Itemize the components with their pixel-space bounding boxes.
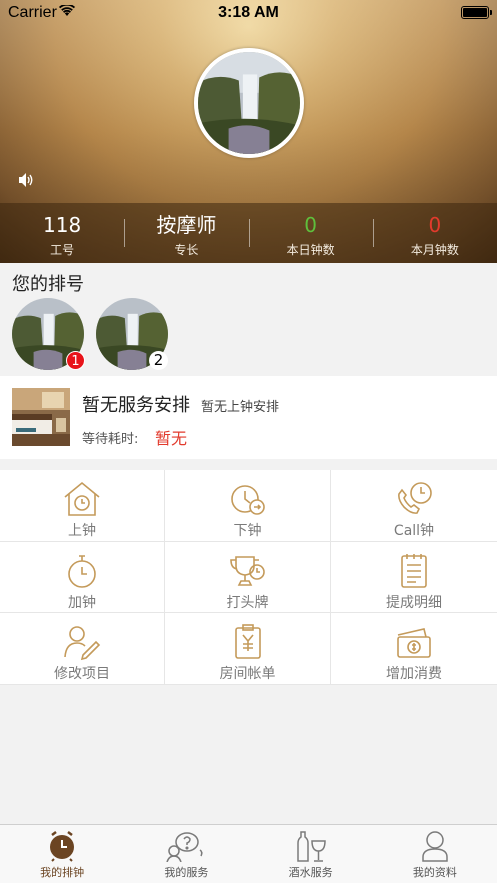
grid-item-clock-out[interactable]: 下钟 <box>165 470 331 542</box>
stat-value: 118 <box>43 213 82 237</box>
service-chat-icon <box>166 832 203 862</box>
tab-my-services[interactable]: 我的服务 <box>124 825 248 883</box>
stats-bar: 118 工号 按摩师 专长 0 本日钟数 0 本月钟数 <box>0 203 497 263</box>
grid-item-label: 增加消费 <box>386 666 442 682</box>
grid-item-extend[interactable]: 加钟 <box>0 542 165 613</box>
alarm-clock-icon <box>50 831 75 862</box>
edit-project-icon <box>64 626 101 661</box>
grid-item-label: 下钟 <box>233 523 262 539</box>
trophy-icon <box>229 556 265 586</box>
grid-item-room-bill[interactable]: 房间帐单 <box>165 613 331 685</box>
stat-label: 本月钟数 <box>410 243 459 257</box>
queue-title: 您的排号 <box>12 274 84 295</box>
status-time: 3:18 AM <box>218 4 279 21</box>
grid-item-label: 上钟 <box>68 523 96 539</box>
grid-item-call[interactable]: Call钟 <box>331 470 497 542</box>
stat-value: 0 <box>428 213 442 237</box>
grid-item-modify-project[interactable]: 修改项目 <box>0 613 165 685</box>
service-subtitle: 暂无上钟安排 <box>201 400 280 415</box>
grid-item-top-card[interactable]: 打头牌 <box>165 542 331 613</box>
stat-today-count: 0 本日钟数 <box>248 203 373 263</box>
wait-time-label: 等待耗时: <box>82 432 139 447</box>
tab-label: 我的资料 <box>412 866 457 879</box>
service-title: 暂无服务安排 <box>82 395 190 416</box>
tab-drinks-service[interactable]: 酒水服务 <box>249 825 373 883</box>
stat-value: 0 <box>304 213 317 237</box>
commission-detail-icon <box>401 554 427 588</box>
grid-item-label: 加钟 <box>68 595 96 611</box>
drinks-icon <box>296 831 326 862</box>
tab-my-schedule[interactable]: 我的排钟 <box>0 825 124 883</box>
room-bill-icon <box>234 624 261 659</box>
grid-item-label: Call钟 <box>393 523 435 539</box>
stat-employee-id: 118 工号 <box>0 203 124 263</box>
tab-label: 酒水服务 <box>288 866 333 879</box>
tab-my-profile[interactable]: 我的资料 <box>373 825 497 883</box>
waterfall-image <box>198 52 300 154</box>
clock-in-house-icon <box>64 481 100 516</box>
queue-badge-1: 1 <box>66 351 85 370</box>
battery-icon <box>461 6 492 19</box>
phone-clock-icon <box>398 482 432 514</box>
function-grid: 上钟 下钟 Call钟 加钟 打头牌 提成明细 修改项目 房间帐单 增加消费 <box>0 470 497 685</box>
add-consumption-icon <box>397 628 431 658</box>
stat-label: 专长 <box>174 243 199 257</box>
grid-item-add-consumption[interactable]: 增加消费 <box>331 613 497 685</box>
grid-item-label: 打头牌 <box>226 595 269 611</box>
stat-label: 工号 <box>50 243 75 257</box>
queue-section: 您的排号 1 2 <box>0 263 497 376</box>
wait-time-value: 暂无 <box>155 429 188 448</box>
room-image <box>12 388 70 446</box>
grid-item-label: 修改项目 <box>54 666 110 682</box>
stat-label: 本日钟数 <box>286 243 335 257</box>
stopwatch-icon <box>68 555 96 588</box>
profile-icon <box>422 831 448 862</box>
queue-badge-2: 2 <box>149 351 168 370</box>
status-bar: Carrier 3:18 AM <box>0 0 497 26</box>
tab-label: 我的排钟 <box>40 866 85 879</box>
stat-month-count: 0 本月钟数 <box>372 203 497 263</box>
grid-item-commission[interactable]: 提成明细 <box>331 542 497 613</box>
grid-item-label: 提成明细 <box>386 595 442 611</box>
stat-value: 按摩师 <box>156 213 217 237</box>
profile-header: Carrier 3:18 AM 118 工号 按摩师 专长 0 本日钟数 0 本… <box>0 0 497 263</box>
service-card[interactable]: 暂无服务安排 暂无上钟安排 等待耗时: 暂无 <box>0 376 497 459</box>
grid-item-label: 房间帐单 <box>219 666 276 682</box>
grid-item-clock-in[interactable]: 上钟 <box>0 470 165 542</box>
stat-specialty: 按摩师 专长 <box>124 203 248 263</box>
speaker-icon[interactable] <box>17 171 35 189</box>
profile-avatar[interactable] <box>194 48 304 158</box>
clock-out-icon <box>230 485 265 515</box>
tab-bar: 我的排钟 我的服务 酒水服务 我的资料 <box>0 824 497 883</box>
tab-label: 我的服务 <box>164 866 209 879</box>
